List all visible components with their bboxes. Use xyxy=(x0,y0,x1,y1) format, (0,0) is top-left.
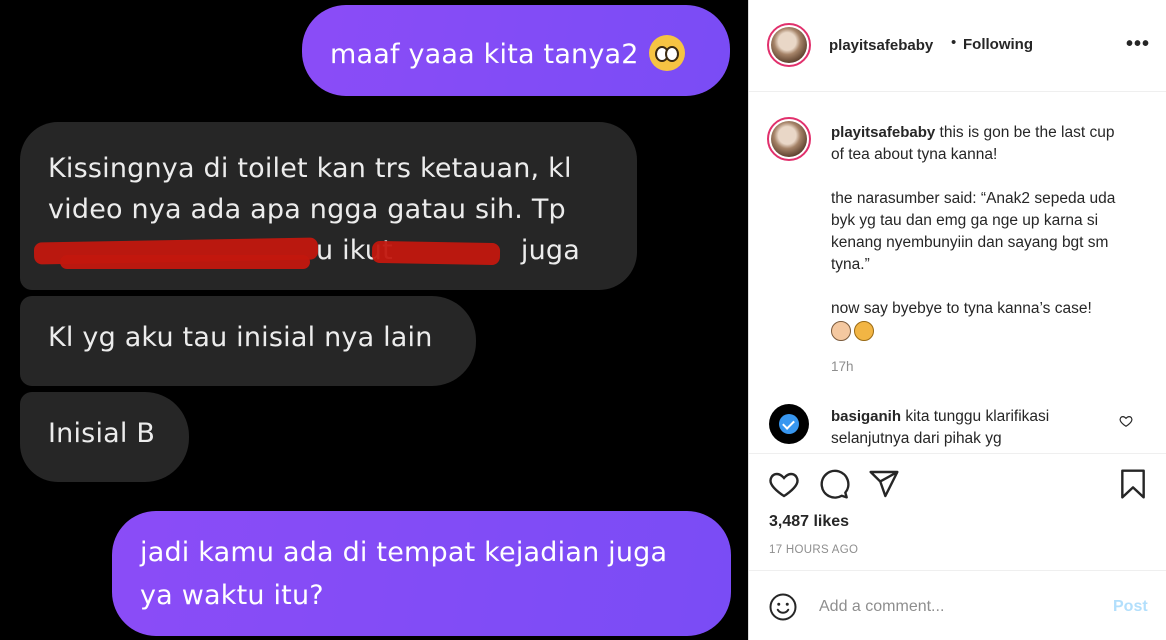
avatar[interactable] xyxy=(769,404,809,444)
avatar[interactable] xyxy=(767,117,811,161)
waving-hand-emoji xyxy=(831,321,851,342)
chat-bubble-outgoing: jadi kamu ada di tempat kejadian juga ya… xyxy=(112,511,731,636)
chat-bubble-outgoing: maaf yaaa kita tanya2 xyxy=(302,5,730,96)
like-comment-icon[interactable] xyxy=(1119,414,1133,428)
caption-emojis xyxy=(831,320,877,342)
like-icon[interactable] xyxy=(768,468,800,500)
redaction-mark xyxy=(371,240,501,266)
separator-dot: • xyxy=(951,34,957,51)
post-sidebar: playitsafebaby • Following ••• playitsaf… xyxy=(748,0,1166,640)
caption-text: playitsafebaby this is gon be the last c… xyxy=(831,124,1116,317)
post-image: maaf yaaa kita tanya2 Kissingnya di toil… xyxy=(0,0,748,640)
username-link[interactable]: basiganih xyxy=(831,408,901,425)
verified-icon xyxy=(779,414,799,434)
post-timestamp[interactable]: 17 HOURS AGO xyxy=(769,544,858,556)
following-button[interactable]: Following xyxy=(963,36,1033,53)
chat-text-line: video nya ada apa ngga gatau sih. Tp xyxy=(48,194,566,225)
more-options-icon[interactable]: ••• xyxy=(1126,33,1150,56)
comment-icon[interactable] xyxy=(818,468,850,500)
avatar[interactable] xyxy=(767,23,811,67)
cat-face-emoji xyxy=(854,321,874,342)
chat-text: jadi kamu ada di tempat kejadian juga ya… xyxy=(140,537,668,611)
chat-text: Kl yg aku tau inisial nya lain xyxy=(48,322,433,353)
chat-text-line: Kissingnya di toilet kan trs ketauan, kl xyxy=(48,153,572,184)
chat-bubble-incoming: Kl yg aku tau inisial nya lain xyxy=(20,296,476,386)
post-comment-button[interactable]: Post xyxy=(1113,598,1148,616)
emoji-icon[interactable] xyxy=(768,592,798,622)
save-icon[interactable] xyxy=(1117,468,1149,500)
username-link[interactable]: playitsafebaby xyxy=(831,124,935,141)
caption-timestamp[interactable]: 17h xyxy=(831,359,854,374)
likes-count[interactable]: 3,487 likes xyxy=(769,513,849,531)
post-actions: 3,487 likes 17 HOURS AGO xyxy=(749,453,1166,570)
pleading-face-emoji xyxy=(648,35,685,71)
comment-input[interactable] xyxy=(819,591,1099,623)
chat-text: Inisial B xyxy=(48,418,156,449)
chat-bubble-incoming: Inisial B xyxy=(20,392,189,482)
add-comment-bar: Post xyxy=(749,570,1166,640)
chat-text: maaf yaaa kita tanya2 xyxy=(330,39,639,70)
post-header: playitsafebaby • Following ••• xyxy=(749,0,1166,92)
comments-section: playitsafebaby this is gon be the last c… xyxy=(749,92,1166,452)
comment-text: basiganih kita tunggu klarifikasi selanj… xyxy=(831,408,1050,447)
comment-row: basiganih kita tunggu klarifikasi selanj… xyxy=(749,404,1166,452)
redaction-mark xyxy=(60,255,310,269)
share-icon[interactable] xyxy=(868,468,900,500)
username-link[interactable]: playitsafebaby xyxy=(829,37,933,54)
